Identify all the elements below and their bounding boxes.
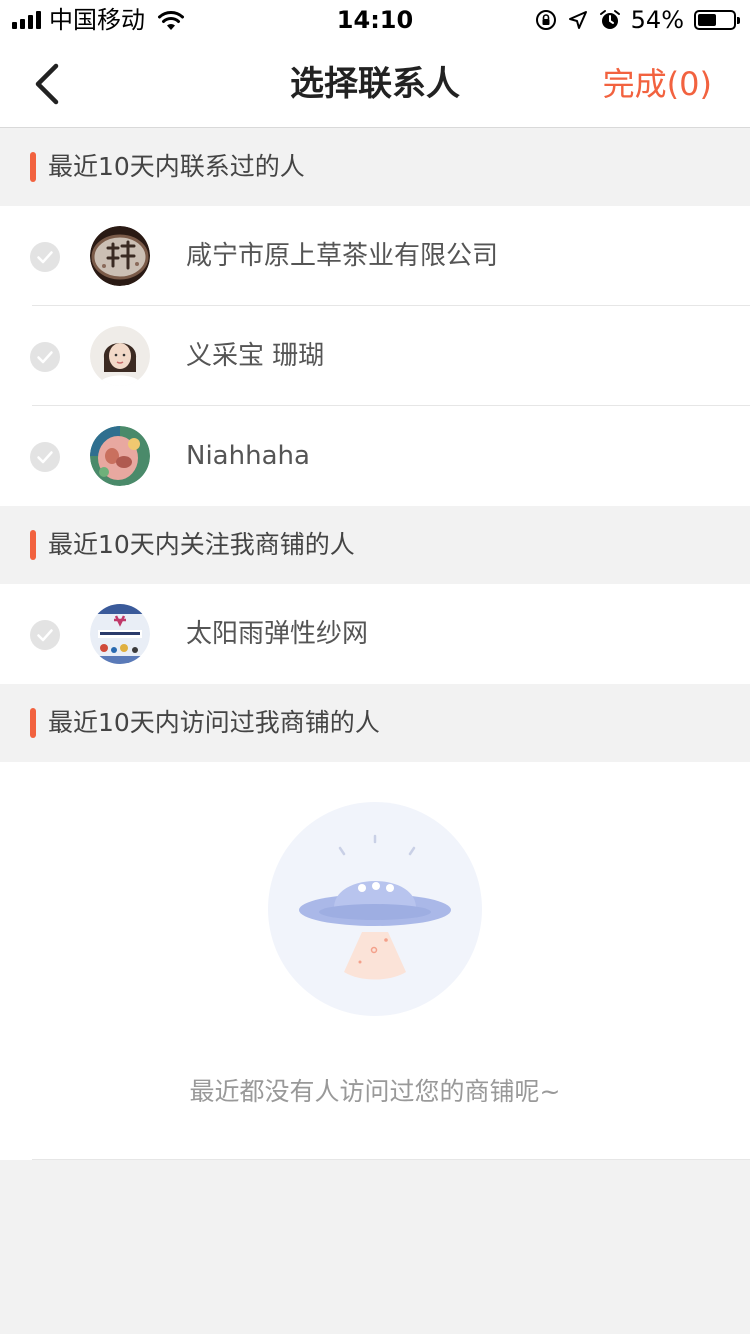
- contact-name: 太阳雨弹性纱网: [186, 619, 369, 649]
- done-button[interactable]: 完成(0): [603, 62, 712, 106]
- back-chevron-icon[interactable]: [26, 60, 70, 108]
- status-bar-right: 54%: [535, 6, 740, 34]
- section-header-shop-followers: 最近10天内关注我商铺的人: [0, 506, 750, 584]
- section-header-recent-contacts: 最近10天内联系过的人: [0, 128, 750, 206]
- section-title: 最近10天内访问过我商铺的人: [48, 708, 380, 737]
- recent-contacts-list: 咸宁市原上草茶业有限公司 义采宝 珊瑚 Niahhaha: [0, 206, 750, 506]
- ufo-illustration: [268, 802, 482, 1016]
- section-title: 最近10天内关注我商铺的人: [48, 530, 355, 559]
- checkmark-icon: [37, 251, 53, 264]
- location-arrow-icon: [568, 11, 587, 29]
- checkmark-icon: [37, 451, 53, 464]
- contact-name: 义采宝 珊瑚: [186, 341, 325, 371]
- colorful-photo-avatar: [90, 426, 150, 486]
- avatar: [90, 226, 150, 286]
- contact-row[interactable]: 义采宝 珊瑚: [0, 306, 750, 406]
- shop-followers-list: 太阳雨弹性纱网: [0, 584, 750, 684]
- status-bar: 中国移动 14:10 54%: [0, 0, 750, 40]
- battery-percent: 54%: [630, 6, 684, 34]
- row-divider: [32, 1159, 750, 1160]
- navigation-bar: 选择联系人 完成(0): [0, 40, 750, 128]
- orientation-lock-icon: [535, 10, 556, 30]
- checkmark-icon: [37, 351, 53, 364]
- empty-state-message: 最近都没有人访问过您的商铺呢~: [189, 1077, 561, 1106]
- alarm-clock-icon: [599, 10, 620, 29]
- select-checkbox[interactable]: [30, 242, 60, 272]
- contact-row[interactable]: 太阳雨弹性纱网: [0, 584, 750, 684]
- section-header-shop-visitors: 最近10天内访问过我商铺的人: [0, 684, 750, 762]
- battery-icon: [694, 10, 740, 30]
- contact-row[interactable]: Niahhaha: [0, 406, 750, 506]
- contact-name: Niahhaha: [186, 441, 310, 471]
- section-accent-bar: [30, 708, 36, 738]
- select-checkbox[interactable]: [30, 342, 60, 372]
- contact-row[interactable]: 咸宁市原上草茶业有限公司: [0, 206, 750, 306]
- avatar: [90, 426, 150, 486]
- avatar: [90, 604, 150, 664]
- empty-state: 最近都没有人访问过您的商铺呢~: [0, 762, 750, 1160]
- avatar: [90, 326, 150, 386]
- section-title: 最近10天内联系过的人: [48, 152, 305, 181]
- section-accent-bar: [30, 152, 36, 182]
- contact-name: 咸宁市原上草茶业有限公司: [186, 241, 499, 271]
- select-checkbox[interactable]: [30, 620, 60, 650]
- shop-banner-avatar: [90, 604, 150, 664]
- woman-portrait-avatar: [90, 326, 150, 386]
- select-checkbox[interactable]: [30, 442, 60, 472]
- tea-logo-avatar: [90, 226, 150, 286]
- checkmark-icon: [37, 629, 53, 642]
- section-accent-bar: [30, 530, 36, 560]
